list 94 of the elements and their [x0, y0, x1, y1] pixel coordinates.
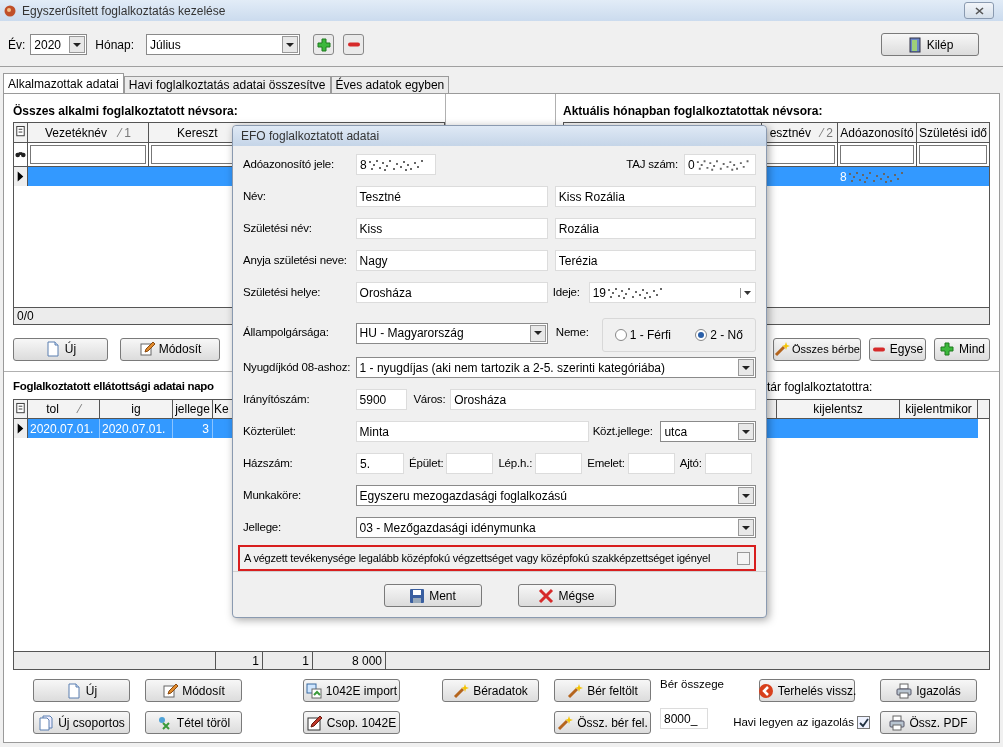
reverse-button[interactable]: Terhelés vissz.: [759, 679, 855, 702]
field-label: Lép.h.:: [498, 455, 533, 471]
input-field[interactable]: Orosháza: [450, 389, 756, 410]
panel-title: Aktuális hónapban foglalkoztatottak névsora:: [563, 103, 824, 120]
field-label: Közt.jellege:: [592, 423, 654, 439]
field-label: Jellege:: [243, 519, 283, 535]
dropdown[interactable]: 03 - Mezőgazdasági idénymunka: [355, 517, 756, 538]
input-field[interactable]: 5.: [356, 453, 404, 474]
table-cell: 2020.07.01.: [100, 419, 173, 438]
input-field[interactable]: Minta: [355, 421, 589, 442]
input-field[interactable]: 0: [684, 154, 756, 175]
column-header[interactable]: tol ⁄: [28, 400, 100, 418]
panel-title: Összes alkalmi foglalkoztatott névsora:: [13, 103, 239, 120]
input-field[interactable]: Rozália: [554, 218, 756, 239]
field-label: Épület:: [409, 455, 444, 471]
field-label: Születési név:: [243, 220, 313, 236]
total-cell: 1: [263, 652, 313, 669]
radio-button[interactable]: 1 - Férfi: [614, 326, 672, 344]
dropdown[interactable]: HU - Magyarország: [355, 322, 548, 344]
print-button[interactable]: Igazolás: [880, 679, 977, 702]
field-label: Adóazonosító jele:: [243, 156, 336, 172]
action-button[interactable]: Bér feltölt: [554, 679, 651, 702]
field-label: Bér összege: [660, 677, 724, 692]
add-all-button[interactable]: Mind: [934, 337, 990, 361]
panel-title: tár foglalkoztatottra:: [767, 379, 873, 396]
checkbox-label: A végzett tevékenysége legalább középfokú végzettséget vagy középfokú szakképzettséget igényel: [244, 550, 711, 566]
edit-button[interactable]: Módosít: [120, 337, 220, 361]
table-cell: 8: [838, 167, 907, 186]
total-cell: 1: [216, 652, 263, 669]
input-field[interactable]: Kiss: [355, 218, 548, 239]
action-button[interactable]: Módosít: [145, 679, 242, 702]
dropdown[interactable]: utca: [660, 421, 756, 442]
field-label: Ideje:: [552, 284, 581, 300]
tab[interactable]: Havi foglalkoztatás adatai összesítve: [123, 76, 331, 93]
field-label: Házszám:: [243, 455, 294, 471]
field-label: Közterület:: [243, 423, 297, 439]
action-button[interactable]: Új: [33, 679, 130, 702]
input-field[interactable]: Terézia: [554, 250, 756, 271]
input-field[interactable]: 5900: [355, 389, 408, 410]
field-label: Születési helye:: [243, 284, 322, 300]
exit-button[interactable]: Kilép: [881, 33, 979, 56]
field-label: Ajtó:: [679, 455, 702, 471]
input-field[interactable]: 8: [356, 154, 436, 175]
action-button[interactable]: Össz. bér fel.: [554, 711, 651, 734]
column-header[interactable]: kijelentmikor: [900, 400, 978, 418]
field-label: Város:: [413, 391, 447, 407]
pdf-button[interactable]: Össz. PDF: [880, 711, 977, 734]
column-header[interactable]: Ke: [214, 400, 229, 418]
field-label: Név:: [243, 188, 267, 204]
month-dropdown[interactable]: Július: [146, 34, 301, 55]
save-button[interactable]: Ment: [383, 584, 482, 607]
column-header[interactable]: jellege: [173, 400, 213, 418]
field-label: Nyugdíjkód 08-ashoz:: [243, 359, 352, 375]
input-field[interactable]: Tesztné: [355, 186, 548, 207]
table-cell: 2020.07.01.: [28, 419, 100, 438]
year-dropdown[interactable]: 2020: [30, 34, 88, 55]
column-header[interactable]: Vezetéknév ⁄ 1: [28, 123, 149, 142]
action-button[interactable]: Csop. 1042E: [303, 711, 400, 734]
action-button[interactable]: Béradatok: [442, 679, 539, 702]
date-field[interactable]: 19: [588, 282, 756, 303]
table-cell: 3: [173, 419, 213, 438]
new-button[interactable]: Új: [13, 337, 108, 361]
action-button[interactable]: Új csoportos: [33, 711, 130, 734]
column-header[interactable]: ig: [100, 400, 173, 418]
tab[interactable]: Éves adatok egyben: [330, 76, 450, 93]
action-button[interactable]: 1042E import: [303, 679, 400, 702]
field-label: Állampolgársága:: [243, 325, 330, 341]
field-label: Havi legyen az igazolás: [733, 714, 854, 730]
input-field[interactable]: Orosháza: [355, 282, 548, 303]
action-button[interactable]: Tétel töröl: [145, 711, 242, 734]
assign-all-button[interactable]: Összes bérbe: [773, 337, 861, 361]
dropdown[interactable]: 1 - nyugdíjas (aki nem tartozik a 2-5. szerinti kategóriába): [355, 357, 756, 378]
panel-title: Foglalkoztatott ellátottsági adatai napo: [13, 379, 215, 395]
field-label: Emelet:: [587, 455, 625, 471]
column-header[interactable]: kijelentsz: [776, 400, 900, 418]
radio-button[interactable]: 2 - Nő: [695, 326, 743, 344]
field-label: Hónap:: [95, 36, 135, 54]
total-cell: 8 000: [313, 652, 386, 669]
dropdown[interactable]: Egyszeru mezogazdasági foglalkozású: [355, 485, 756, 506]
field-label: Irányítószám:: [243, 391, 311, 407]
input-field[interactable]: Kiss Rozália: [554, 186, 756, 207]
field-label: Munkaköre:: [243, 487, 303, 503]
window-title: Egyszerűsített foglalkoztatás kezelése: [22, 2, 226, 20]
field-label: Neme:: [555, 325, 590, 341]
remove-one-button[interactable]: Egyse: [869, 337, 926, 361]
wage-field[interactable]: 8000_: [660, 708, 708, 730]
column-header[interactable]: Adóazonosító: [838, 123, 917, 142]
column-header[interactable]: Születési idő: [917, 123, 989, 142]
input-field[interactable]: Nagy: [355, 250, 548, 271]
field-label: Anyja születési neve:: [243, 252, 348, 268]
cancel-button[interactable]: Mégse: [517, 584, 616, 607]
dialog-title: EFO foglalkoztatott adatai: [241, 128, 380, 145]
tab[interactable]: Alkalmazottak adatai: [3, 73, 124, 93]
field-label: Év:: [8, 36, 26, 54]
